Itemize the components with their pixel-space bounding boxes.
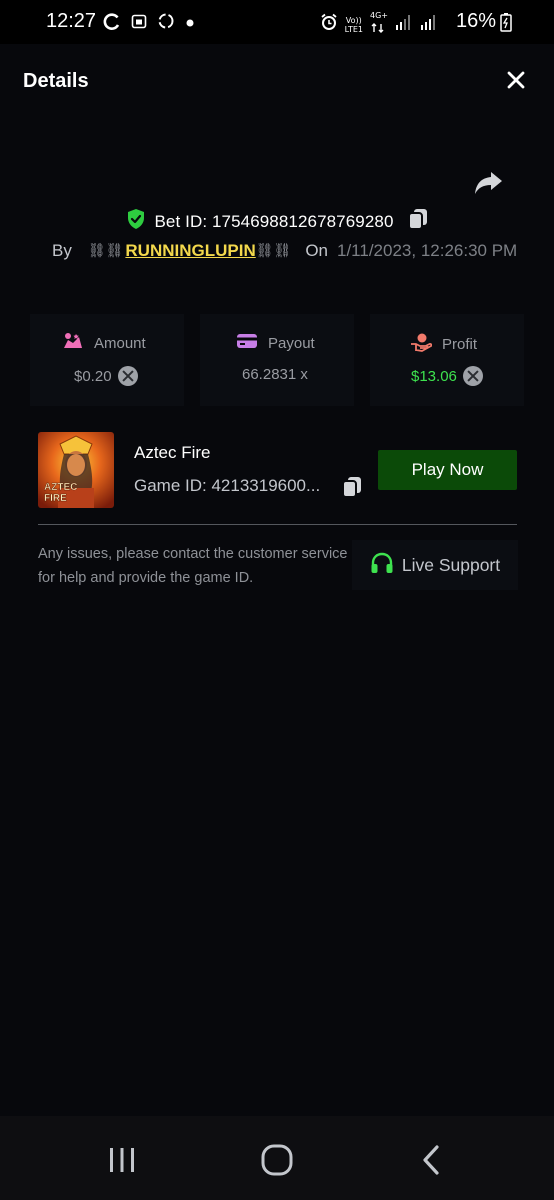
signal-icon: [395, 13, 413, 36]
game-id: Game ID: 4213319600...: [134, 476, 321, 495]
stat-profit-value: $13.06: [411, 366, 483, 386]
stat-profit-label: Profit: [410, 332, 477, 356]
recycle-icon: [156, 11, 176, 36]
sync-icon: [102, 11, 122, 36]
status-time: 12:27: [46, 10, 97, 32]
username-link[interactable]: RUNNINGLUPIN: [125, 241, 255, 261]
status-bar: 12:27 Vo)) LTE1 4G+ 16%: [0, 0, 554, 44]
stat-amount-label: Amount: [62, 332, 146, 354]
page-title: Details: [23, 70, 89, 92]
alarm-icon: [320, 13, 338, 36]
stat-amount-value: $0.20: [74, 366, 138, 386]
headset-icon: [370, 552, 394, 579]
battery-percent: 16%: [455, 10, 496, 32]
on-label: On: [305, 241, 328, 260]
live-support-button[interactable]: Live Support: [352, 540, 518, 590]
by-label: By: [52, 241, 72, 260]
chain-icon: ⛓: [105, 243, 124, 259]
copy-icon[interactable]: [342, 476, 362, 503]
bet-datetime: 1/11/2023, 12:26:30 PM: [337, 241, 518, 260]
close-icon: [502, 71, 530, 98]
signal-icon: [420, 13, 438, 36]
chain-icon: ⛓: [255, 243, 274, 259]
live-support-label: Live Support: [401, 554, 501, 575]
back-icon: [412, 1145, 452, 1184]
copy-icon[interactable]: [407, 208, 428, 235]
recent-apps-button[interactable]: [102, 1140, 142, 1180]
divider: [38, 524, 517, 525]
game-thumbnail[interactable]: AZTEC FIRE: [38, 432, 114, 508]
recent-apps-icon: [102, 1148, 142, 1184]
card-icon: [236, 332, 258, 354]
svg-text:AZTEC: AZTEC: [44, 482, 77, 493]
status-right-icons: Vo)) LTE1 4G+: [320, 11, 438, 38]
share-button[interactable]: [473, 168, 505, 198]
details-panel: Details Bet ID: 1754698812678769280 By ⛓…: [0, 44, 554, 1116]
calendar-icon: [131, 13, 147, 34]
status-left-icons: [102, 11, 195, 36]
bet-meta-row: By ⛓ ⛓ RUNNINGLUPIN ⛓ ⛓ On 1/11/2023, 12…: [52, 241, 517, 261]
home-icon: [257, 1144, 297, 1184]
battery-icon: [500, 12, 512, 37]
volte-icon: Vo)) LTE1: [344, 15, 363, 34]
signal-icon: 4G+: [370, 11, 388, 38]
stat-payout-value: 66.2831 x: [242, 366, 308, 383]
play-now-button[interactable]: Play Now: [378, 450, 517, 490]
share-icon: [473, 172, 505, 202]
system-nav-bar: [0, 1116, 554, 1200]
shield-check-icon: [126, 208, 146, 235]
back-button[interactable]: [412, 1140, 452, 1180]
home-button[interactable]: [257, 1140, 297, 1180]
amount-icon: [62, 332, 84, 354]
support-message: Any issues, please contact the customer …: [38, 546, 348, 586]
coin-icon: [462, 366, 483, 386]
close-button[interactable]: [502, 66, 530, 94]
game-name: Aztec Fire: [134, 443, 211, 462]
hand-coin-icon: [410, 332, 433, 356]
chain-icon: ⛓: [87, 243, 106, 259]
game-row: AZTEC FIRE Aztec Fire Game ID: 421331960…: [0, 430, 554, 522]
svg-text:FIRE: FIRE: [44, 493, 67, 504]
stat-payout: Payout 66.2831 x: [200, 314, 354, 406]
bet-stats: Amount $0.20 Payout 66.2831 x Profit $13…: [0, 314, 554, 406]
coin-icon: [117, 366, 138, 386]
stat-profit: Profit $13.06: [370, 314, 524, 406]
stat-payout-label: Payout: [236, 332, 315, 354]
bet-id: Bet ID: 1754698812678769280: [154, 211, 394, 231]
stat-amount: Amount $0.20: [30, 314, 184, 406]
dot-icon: [185, 15, 195, 33]
chain-icon: ⛓: [273, 243, 292, 259]
bet-id-row: Bet ID: 1754698812678769280: [0, 208, 554, 235]
